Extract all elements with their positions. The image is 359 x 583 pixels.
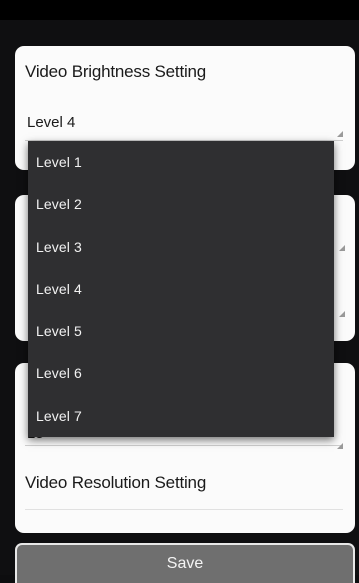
dropdown-option-level-6[interactable]: Level 6: [28, 352, 334, 394]
dropdown-arrow-icon: [337, 131, 343, 137]
dropdown-option-level-1[interactable]: Level 1: [28, 141, 334, 183]
top-edge: [0, 0, 359, 20]
brightness-select[interactable]: Level 4: [25, 106, 343, 141]
dropdown-option-level-5[interactable]: Level 5: [28, 310, 334, 352]
dropdown-option-level-4[interactable]: Level 4: [28, 268, 334, 310]
brightness-setting-label: Video Brightness Setting: [25, 62, 207, 81]
dropdown-option-level-3[interactable]: Level 3: [28, 226, 334, 268]
brightness-select-value: Level 4: [27, 114, 76, 131]
save-button[interactable]: Save: [15, 543, 355, 583]
dropdown-option-level-7[interactable]: Level 7: [28, 395, 334, 437]
dropdown-arrow-icon[interactable]: [339, 245, 345, 251]
resolution-select[interactable]: [25, 509, 343, 510]
brightness-dropdown-menu[interactable]: Level 1 Level 2 Level 3 Level 4 Level 5 …: [28, 141, 334, 437]
resolution-setting-label: Video Resolution Setting: [25, 473, 207, 492]
dropdown-option-level-2[interactable]: Level 2: [28, 183, 334, 225]
dropdown-arrow-icon: [337, 443, 343, 449]
dropdown-arrow-icon[interactable]: [339, 311, 345, 317]
